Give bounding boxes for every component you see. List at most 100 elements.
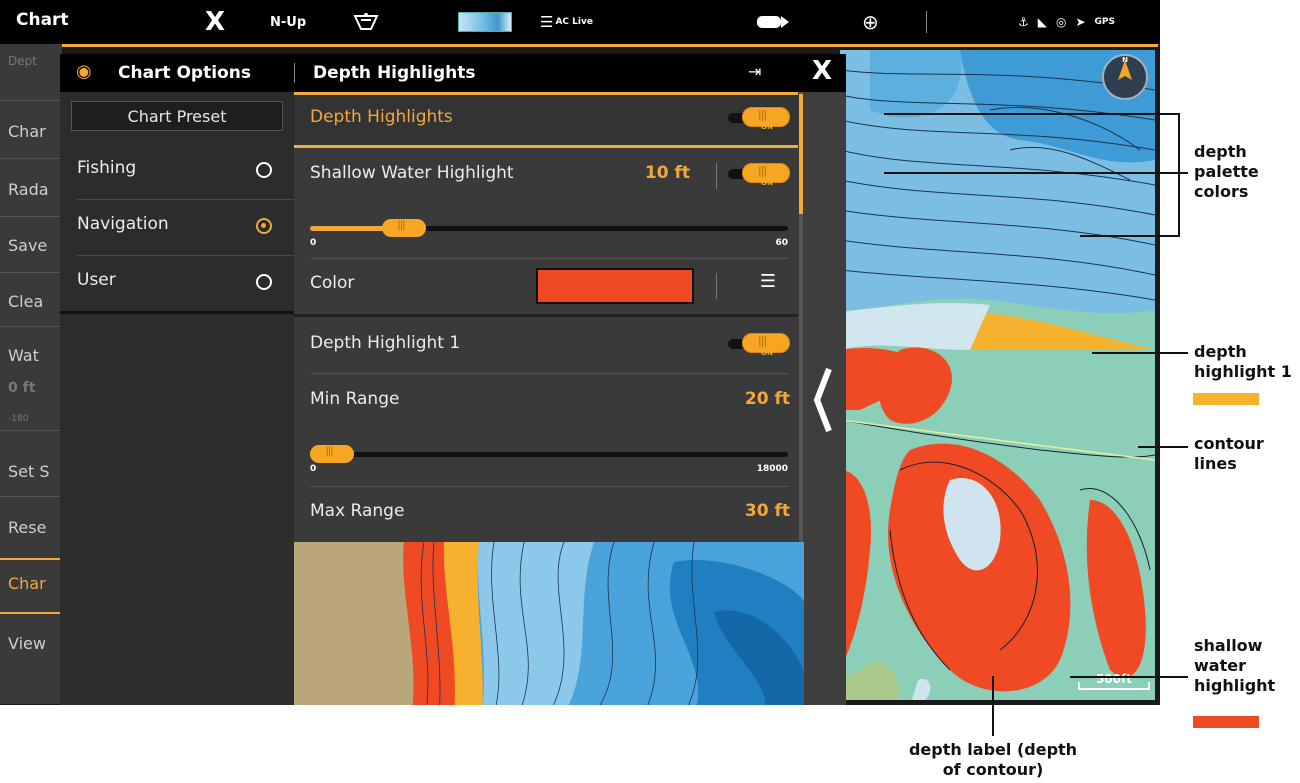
divider bbox=[716, 163, 717, 189]
map-scale: 500ft bbox=[1078, 672, 1150, 690]
back-menu-value: 0 ft bbox=[8, 380, 36, 396]
autochart-live-button[interactable]: ☰ AC Live bbox=[540, 0, 593, 44]
depth-highlight-1-toggle[interactable]: ON bbox=[728, 333, 790, 357]
preset-label: User bbox=[77, 270, 116, 290]
highlight-1-legend-swatch bbox=[1193, 393, 1259, 405]
callout-leader bbox=[884, 172, 1180, 174]
depth-palette-icon[interactable] bbox=[458, 0, 512, 44]
dialog-title: Chart Options bbox=[118, 63, 251, 83]
callout-leader bbox=[992, 676, 994, 736]
shallow-legend-swatch bbox=[1193, 716, 1259, 728]
preset-label: Navigation bbox=[77, 214, 169, 234]
app-title: Chart bbox=[16, 10, 69, 30]
sliders-icon: ☰ bbox=[540, 13, 554, 31]
sonar-icon: ◎ bbox=[1056, 15, 1067, 29]
callout-leader bbox=[1178, 172, 1188, 174]
chart-preset-button[interactable]: Chart Preset bbox=[71, 101, 283, 131]
color-row[interactable]: Color ☰ bbox=[294, 258, 798, 314]
dialog-close-button[interactable]: X bbox=[812, 56, 832, 86]
max-range-row[interactable]: Max Range 30 ft bbox=[294, 486, 798, 542]
depth-highlights-row[interactable]: Depth Highlights ON bbox=[294, 92, 798, 148]
scrollbar-thumb[interactable] bbox=[799, 94, 803, 214]
divider bbox=[0, 558, 62, 560]
row-label: Depth Highlights bbox=[310, 107, 453, 127]
heading-icon: ➤ bbox=[1075, 15, 1086, 29]
close-chart-button[interactable]: X bbox=[205, 0, 225, 44]
back-menu-item-water[interactable]: Wat bbox=[8, 346, 39, 365]
back-menu-item-depth[interactable]: Dept bbox=[8, 54, 37, 68]
chart-map[interactable]: N 500ft bbox=[840, 50, 1155, 700]
callout-leader bbox=[1070, 676, 1188, 678]
preset-option-user[interactable]: User bbox=[60, 256, 294, 312]
back-menu-item-save[interactable]: Save bbox=[8, 236, 47, 255]
divider bbox=[0, 612, 62, 614]
row-label: Color bbox=[310, 273, 355, 293]
aclive-label: AC Live bbox=[555, 17, 593, 27]
divider bbox=[0, 326, 62, 327]
header-divider bbox=[294, 63, 295, 83]
svg-text:N: N bbox=[1122, 56, 1128, 64]
min-range-row[interactable]: Min Range 20 ft bbox=[294, 374, 798, 430]
radio-button-selected[interactable] bbox=[256, 218, 272, 234]
divider bbox=[0, 100, 62, 101]
exit-menu-icon[interactable]: ⇥ bbox=[748, 62, 761, 81]
radio-button[interactable] bbox=[256, 162, 272, 178]
preset-option-navigation[interactable]: Navigation bbox=[60, 200, 294, 256]
divider bbox=[716, 273, 717, 299]
crosshair-icon[interactable]: ⊕ bbox=[862, 0, 879, 44]
preset-column: Chart Preset Fishing Navigation User bbox=[60, 92, 294, 705]
divider bbox=[310, 486, 788, 487]
callout-leader bbox=[1178, 113, 1180, 237]
section-title: Depth Highlights bbox=[313, 63, 476, 83]
shallow-water-slider[interactable]: 0 60 bbox=[310, 218, 788, 258]
collapse-chevron-icon[interactable] bbox=[813, 365, 833, 435]
callout-shallow-water: shallow water highlight bbox=[1194, 636, 1276, 695]
row-label: Shallow Water Highlight bbox=[310, 163, 514, 183]
divider bbox=[0, 216, 62, 217]
shallow-water-row[interactable]: Shallow Water Highlight 10 ft ON bbox=[294, 148, 798, 204]
min-range-value: 20 ft bbox=[744, 389, 790, 409]
eye-icon: ◉ bbox=[76, 61, 92, 82]
callout-leader bbox=[1080, 235, 1180, 237]
preset-label: Fishing bbox=[77, 158, 137, 178]
back-menu-item-clear[interactable]: Clea bbox=[8, 292, 43, 311]
top-status-bar: Chart X N-Up ☰ AC Live ⊕ ⚓ ◣ ◎ ➤ GPS bbox=[0, 0, 1160, 44]
back-menu-item-radar[interactable]: Rada bbox=[8, 180, 49, 199]
dialog-header: ◉ Chart Options Depth Highlights ⇥ X bbox=[60, 54, 846, 92]
battery-icon[interactable] bbox=[756, 0, 790, 44]
row-label: Depth Highlight 1 bbox=[310, 333, 461, 353]
preset-option-fishing[interactable]: Fishing bbox=[60, 144, 294, 200]
slider-handle[interactable] bbox=[382, 219, 427, 237]
back-menu-item-chart-options[interactable]: Char bbox=[8, 574, 46, 593]
chart-preview-image bbox=[294, 542, 804, 705]
depth-highlights-settings: Depth Highlights ON Shallow Water Highli… bbox=[294, 92, 804, 542]
depth-highlight-1-row[interactable]: Depth Highlight 1 ON bbox=[294, 318, 798, 374]
shallow-water-toggle[interactable]: ON bbox=[728, 163, 790, 187]
gps-icon: GPS bbox=[1094, 17, 1116, 27]
min-range-slider[interactable]: 0 18000 bbox=[310, 444, 788, 484]
slider-handle[interactable] bbox=[310, 445, 355, 463]
north-up-indicator[interactable]: N-Up bbox=[270, 0, 306, 44]
color-swatch[interactable] bbox=[536, 268, 694, 304]
status-icons: ⚓ ◣ ◎ ➤ GPS bbox=[1018, 0, 1115, 44]
section-divider bbox=[294, 314, 798, 317]
back-menu-item-reset[interactable]: Rese bbox=[8, 518, 46, 537]
radio-button[interactable] bbox=[256, 274, 272, 290]
row-label: Min Range bbox=[310, 389, 400, 409]
back-menu-item-view[interactable]: View bbox=[8, 634, 46, 653]
callout-depth-palette: depth palette colors bbox=[1194, 142, 1259, 201]
divider bbox=[60, 311, 294, 314]
scale-bar bbox=[1078, 682, 1150, 690]
divider bbox=[0, 496, 62, 497]
anchor-icon: ⚓ bbox=[1018, 15, 1029, 29]
chart-options-dialog: ◉ Chart Options Depth Highlights ⇥ X Cha… bbox=[60, 54, 846, 705]
callout-depth-highlight-1: depth highlight 1 bbox=[1194, 342, 1292, 381]
max-range-value: 30 ft bbox=[744, 501, 790, 521]
divider bbox=[0, 158, 62, 159]
list-menu-icon[interactable]: ☰ bbox=[760, 271, 776, 292]
back-menu-item-chart[interactable]: Char bbox=[8, 122, 46, 141]
back-menu-item-set[interactable]: Set S bbox=[8, 462, 50, 481]
depth-highlights-toggle[interactable]: ON bbox=[728, 107, 790, 131]
callout-contour-lines: contour lines bbox=[1194, 434, 1264, 473]
boat-icon[interactable] bbox=[352, 0, 380, 44]
